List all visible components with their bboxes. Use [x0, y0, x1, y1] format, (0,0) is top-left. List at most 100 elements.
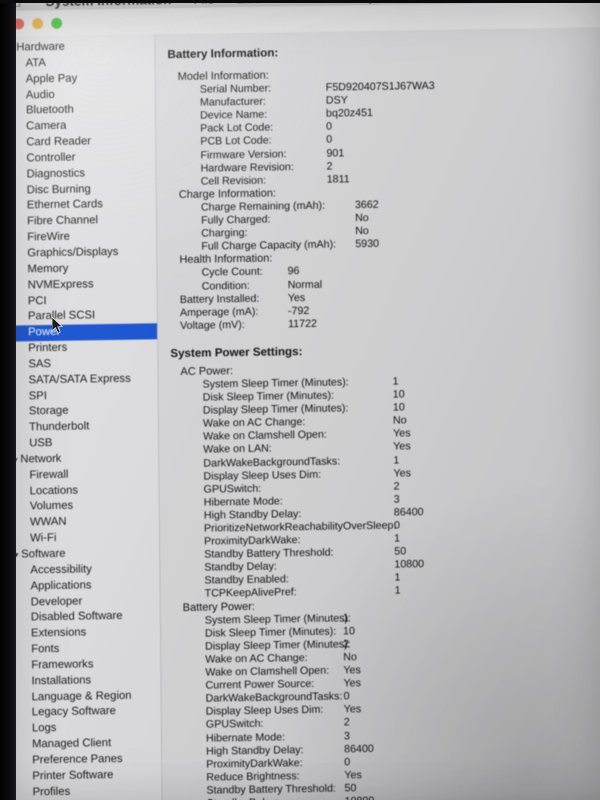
battery-info-key: Voltage (mV): — [180, 318, 245, 332]
battery-info-value: Yes — [287, 291, 306, 304]
battery-power-value: 0 — [344, 756, 351, 769]
battery-power-value: 3 — [343, 729, 351, 742]
ac-power-value: 10 — [392, 388, 405, 401]
minimize-button[interactable] — [32, 17, 44, 29]
battery-power-value: 10800 — [345, 795, 375, 800]
sidebar-item-label: Developer — [30, 595, 83, 608]
sidebar-item-label: Parallel SCSI — [27, 309, 96, 323]
model-info-value: F5D920407S1J67WA3 — [325, 80, 435, 94]
screen-bezel-left — [0, 0, 16, 800]
battery-power-key: Standby Delay: — [175, 796, 280, 800]
sidebar-group-label: Network — [20, 452, 62, 466]
charge-information-rows: Charge Remaining (mAh): 3662 Fully Charged… — [169, 195, 600, 254]
charge-information-block: Charge Information: Charge Remaining (mA… — [169, 182, 600, 254]
model-info-value: 0 — [326, 134, 333, 147]
sidebar-item-label: FireWire — [27, 230, 70, 244]
sidebar-item-label: Frameworks — [31, 658, 94, 672]
health-info-value: Normal — [287, 278, 323, 291]
battery-toplevel-rows: Battery Installed: Yes Amperage (mA): -792 V… — [170, 287, 600, 333]
ac-power-value: 1 — [392, 375, 399, 388]
ac-power-value: 10 — [392, 401, 405, 414]
sidebar-item-label: WWAN — [29, 516, 67, 529]
ac-power-value: No — [392, 414, 407, 427]
model-info-value: 901 — [326, 146, 345, 160]
sidebar-group-label: Hardware — [16, 40, 65, 54]
battery-info-value: -792 — [287, 304, 310, 317]
ac-power-value: 1 — [394, 571, 401, 584]
sidebar-item-label: Audio — [25, 88, 55, 101]
sidebar-item-label: Disabled Software — [30, 610, 123, 624]
sidebar-item-label: Installations — [31, 674, 92, 688]
battery-power-value: Yes — [343, 664, 361, 677]
sidebar-item-label: Profiles — [32, 785, 71, 798]
ac-power-block: AC Power: System Sleep Timer (Minutes): 1… — [170, 359, 600, 602]
sidebar-item-label: Accessibility — [30, 563, 92, 577]
screen-surface:  System Information File Edit Window He… — [0, 0, 600, 800]
battery-power-value: 10 — [342, 624, 355, 638]
battery-power-value: Yes — [343, 703, 362, 716]
sidebar-item-label: SAS — [28, 357, 52, 371]
sidebar-item-label: Apple Pay — [25, 72, 78, 86]
sidebar-item-label: Language & Region — [31, 689, 132, 703]
sidebar-item-label: Graphics/Displays — [27, 245, 119, 260]
ac-power-value: 10800 — [394, 558, 425, 571]
ac-power-value: Yes — [393, 440, 411, 454]
battery-power-key: Display Sleep Uses Dim: — [205, 704, 324, 718]
ac-power-value: 86400 — [393, 506, 424, 519]
battery-power-value: 50 — [344, 782, 357, 795]
battery-power-value: Yes — [343, 677, 361, 690]
screen-bezel-top — [0, 0, 600, 3]
sidebar-item-label: NVMExpress — [27, 277, 94, 291]
sidebar-item-label: SPI — [28, 389, 48, 402]
battery-power-key: Standby Battery Threshold: — [206, 782, 336, 797]
ac-power-value: 1 — [393, 454, 400, 467]
charge-info-value: 5930 — [355, 238, 380, 251]
ac-power-key: Standby Battery Threshold: — [204, 546, 334, 561]
photographed-screen:  System Information File Edit Window He… — [0, 0, 600, 800]
sidebar-item-profiles[interactable]: Profiles — [10, 783, 161, 800]
battery-toplevel-block: Battery Installed: Yes Amperage (mA): -792 V… — [170, 287, 600, 333]
sidebar-item-label: Extensions — [30, 626, 87, 640]
model-info-value: 2 — [326, 160, 333, 173]
sidebar-item-label: Card Reader — [26, 135, 92, 149]
charge-info-value: 3662 — [354, 198, 379, 212]
charge-info-key: Fully Charged: — [200, 213, 271, 227]
sidebar-item-label: PCI — [27, 294, 47, 307]
sidebar-item-label: Fibre Channel — [27, 214, 99, 228]
ac-power-value: 1 — [394, 532, 401, 545]
sidebar-item-label: SATA/SATA Express — [28, 372, 131, 387]
battery-power-value: 2 — [343, 638, 350, 651]
sidebar-item-label: Fonts — [31, 642, 60, 656]
sidebar-group-label: Software — [21, 547, 66, 561]
sidebar-item-label: Diagnostics — [26, 167, 86, 181]
sidebar-item-label: Logs — [31, 722, 57, 735]
sidebar-item-label: Locations — [29, 484, 79, 497]
battery-power-rows: System Sleep Timer (Minutes): 1 Disk Sleep… — [173, 608, 600, 800]
charge-info-key: Charge Remaining (mAh): — [200, 199, 326, 214]
sidebar-item-label: Wi-Fi — [30, 532, 57, 545]
battery-info-key: Amperage (mA): — [179, 305, 259, 319]
sidebar-item-label: Memory — [27, 262, 69, 276]
ac-power-key: Wake on Clamshell Open: — [203, 428, 327, 443]
battery-power-value: 1 — [342, 611, 349, 625]
sidebar-item-label: Preference Panes — [32, 752, 123, 767]
battery-info-value: 11722 — [287, 317, 318, 331]
battery-power-value: 0 — [343, 690, 350, 703]
zoom-button[interactable] — [51, 17, 63, 29]
model-info-key: Hardware Revision: — [200, 160, 294, 175]
health-info-value: 96 — [287, 265, 300, 278]
battery-power-value: Yes — [344, 768, 362, 782]
model-info-value: DSY — [325, 94, 348, 107]
health-info-key: Condition: — [201, 279, 250, 293]
sidebar-item-label: ATA — [25, 56, 46, 70]
sidebar-item-label: Volumes — [29, 500, 74, 513]
sidebar[interactable]: ▼HardwareATAApple PayAudioBluetoothCamer… — [3, 34, 163, 800]
ac-power-value: 1 — [394, 584, 401, 598]
sidebar-item-label: Power — [28, 326, 61, 339]
battery-power-block: Battery Power: System Sleep Timer (Minut… — [173, 595, 600, 800]
model-information-block: Model Information: Serial Number: F5D9204… — [168, 64, 600, 189]
model-info-value: 0 — [326, 120, 333, 134]
sidebar-item-label: Thunderbolt — [28, 420, 90, 434]
sidebar-item-label: Controller — [26, 151, 76, 165]
sidebar-item-label: Bluetooth — [25, 103, 74, 117]
